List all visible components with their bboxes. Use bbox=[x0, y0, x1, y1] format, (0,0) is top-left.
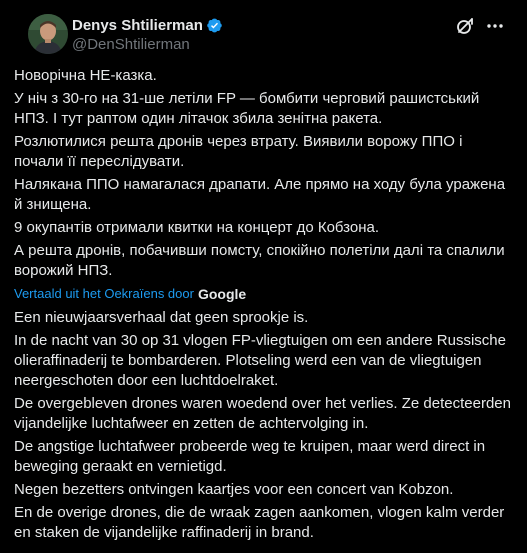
original-paragraph: У ніч з 30-го на 31-ше летіли FP — бомби… bbox=[14, 90, 480, 127]
original-paragraph: А решта дронів, побачивши помсту, спокій… bbox=[14, 242, 505, 279]
author-handle[interactable]: @DenShtilierman bbox=[72, 36, 223, 53]
avatar-image bbox=[28, 14, 68, 54]
author-display-name[interactable]: Denys Shtilierman bbox=[72, 17, 203, 34]
translated-paragraph: In de nacht van 30 op 31 vlogen FP-vlieg… bbox=[14, 332, 506, 389]
translated-paragraph: Een nieuwjaarsverhaal dat geen sprookje … bbox=[14, 309, 309, 326]
display-name-row: Denys Shtilierman bbox=[72, 15, 223, 35]
original-paragraph: Новорічна НЕ-казка. bbox=[14, 67, 157, 84]
translation-attribution: Vertaald uit het Oekraïens door Google bbox=[14, 284, 514, 304]
grok-icon[interactable] bbox=[455, 16, 475, 36]
tweet-body: Новорічна НЕ-казка. У ніч з 30-го на 31-… bbox=[14, 66, 514, 546]
google-logo: Google bbox=[197, 286, 247, 302]
original-paragraph: Розлютилися решта дронів через втрату. В… bbox=[14, 133, 463, 170]
more-options-icon[interactable] bbox=[485, 16, 505, 36]
author-names: Denys Shtilierman @DenShtilierman bbox=[72, 15, 223, 53]
translated-paragraph: En de overige drones, die de wraak zagen… bbox=[14, 504, 505, 541]
translated-text: Een nieuwjaarsverhaal dat geen sprookje … bbox=[14, 308, 514, 543]
original-text: Новорічна НЕ-казка. У ніч з 30-го на 31-… bbox=[14, 66, 514, 281]
translated-paragraph: Negen bezetters ontvingen kaartjes voor … bbox=[14, 481, 454, 498]
verified-badge-icon bbox=[206, 17, 223, 34]
avatar[interactable] bbox=[28, 14, 68, 54]
tweet: Denys Shtilierman @DenShtilierman Новорі… bbox=[0, 0, 527, 553]
original-paragraph: Налякана ППО намагалася драпати. Але пря… bbox=[14, 176, 506, 213]
translated-paragraph: De angstige luchtafweer probeerde weg te… bbox=[14, 438, 486, 475]
original-paragraph: 9 окупантів отримали квитки на концерт д… bbox=[14, 219, 380, 236]
translated-paragraph: De overgebleven drones waren woedend ove… bbox=[14, 395, 511, 432]
translated-from-link[interactable]: Vertaald uit het Oekraïens door bbox=[14, 284, 194, 304]
tweet-header: Denys Shtilierman @DenShtilierman bbox=[14, 0, 513, 62]
